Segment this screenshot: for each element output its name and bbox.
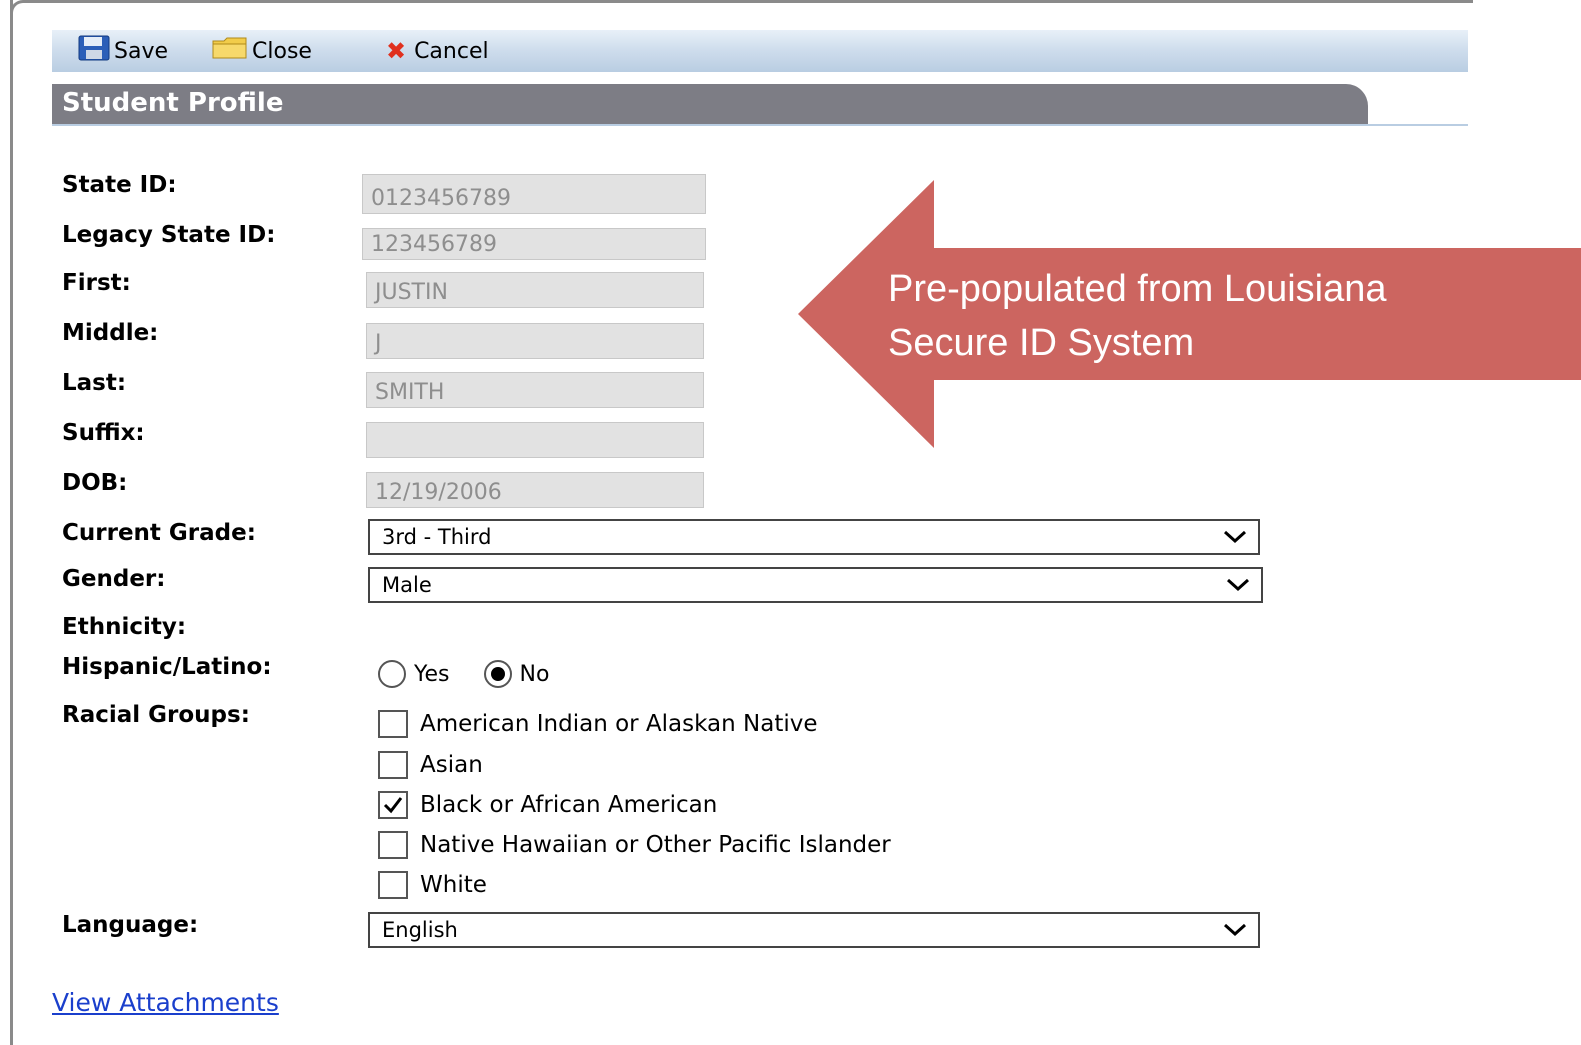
section-header: Student Profile xyxy=(52,84,1368,124)
racial-groups-label: Racial Groups: xyxy=(62,702,250,728)
dob-label: DOB: xyxy=(62,470,128,496)
black-african-american-label: Black or African American xyxy=(420,792,718,818)
page-title: Student Profile xyxy=(62,88,284,118)
callout-line-1: Pre-populated from Louisiana xyxy=(888,268,1387,310)
current-grade-value: 3rd - Third xyxy=(382,525,492,549)
racial-group-option: Black or African American xyxy=(378,791,717,819)
cancel-button[interactable]: ✖ Cancel xyxy=(386,30,489,72)
hispanic-yes-radio[interactable] xyxy=(378,660,406,688)
state-id-label: State ID: xyxy=(62,172,177,198)
chevron-down-icon xyxy=(1222,526,1248,553)
last-name-field: SMITH xyxy=(366,372,704,408)
middle-name-field: J xyxy=(366,323,704,359)
window-frame xyxy=(10,0,1473,13)
hispanic-no-label: No xyxy=(519,661,550,687)
gender-select[interactable]: Male xyxy=(368,567,1263,603)
save-label: Save xyxy=(114,38,169,64)
hispanic-yes-label: Yes xyxy=(414,661,450,687)
toolbar: Save Close ✖ Cancel xyxy=(52,30,1468,72)
callout-line-2: Secure ID System xyxy=(888,322,1195,364)
first-name-label: First: xyxy=(62,270,131,296)
racial-group-option: White xyxy=(378,871,487,899)
suffix-label: Suffix: xyxy=(62,420,145,446)
language-value: English xyxy=(382,918,458,942)
american-indian-checkbox[interactable] xyxy=(378,710,408,738)
state-id-field: 0123456789 xyxy=(362,174,706,214)
black-african-american-checkbox[interactable] xyxy=(378,791,408,819)
gender-value: Male xyxy=(382,573,432,597)
x-icon: ✖ xyxy=(385,37,407,65)
window-frame-left xyxy=(10,0,13,1045)
racial-group-option: American Indian or Alaskan Native xyxy=(378,710,818,738)
native-hawaiian-checkbox[interactable] xyxy=(378,831,408,859)
cancel-label: Cancel xyxy=(414,38,489,64)
racial-group-option: Native Hawaiian or Other Pacific Islande… xyxy=(378,831,891,859)
legacy-state-id-field: 123456789 xyxy=(362,228,706,260)
last-name-label: Last: xyxy=(62,370,127,396)
folder-icon xyxy=(212,36,248,66)
checkmark-icon xyxy=(383,797,403,814)
current-grade-label: Current Grade: xyxy=(62,520,256,546)
racial-group-option: Asian xyxy=(378,751,483,779)
current-grade-select[interactable]: 3rd - Third xyxy=(368,519,1260,555)
language-select[interactable]: English xyxy=(368,912,1260,948)
chevron-down-icon xyxy=(1225,574,1251,601)
dob-field: 12/19/2006 xyxy=(366,472,704,508)
ethnicity-label: Ethnicity: xyxy=(62,614,187,640)
language-label: Language: xyxy=(62,912,199,938)
middle-name-label: Middle: xyxy=(62,320,159,346)
callout-text: Pre-populated from Louisiana Secure ID S… xyxy=(888,262,1387,370)
asian-label: Asian xyxy=(420,752,483,778)
view-attachments-link[interactable]: View Attachments xyxy=(52,988,279,1017)
white-checkbox[interactable] xyxy=(378,871,408,899)
legacy-state-id-label: Legacy State ID: xyxy=(62,222,276,248)
close-button[interactable]: Close xyxy=(212,30,312,72)
hispanic-latino-label: Hispanic/Latino: xyxy=(62,654,272,680)
suffix-field xyxy=(366,422,704,458)
close-label: Close xyxy=(252,38,312,64)
first-name-field: JUSTIN xyxy=(366,272,704,308)
white-label: White xyxy=(420,872,487,898)
chevron-down-icon xyxy=(1222,919,1248,946)
native-hawaiian-label: Native Hawaiian or Other Pacific Islande… xyxy=(420,832,891,858)
header-divider xyxy=(52,124,1468,126)
hispanic-latino-radio-group: Yes No xyxy=(378,660,549,688)
floppy-disk-icon xyxy=(78,35,110,67)
gender-label: Gender: xyxy=(62,566,166,592)
save-button[interactable]: Save xyxy=(78,30,168,72)
american-indian-label: American Indian or Alaskan Native xyxy=(420,711,818,737)
asian-checkbox[interactable] xyxy=(378,751,408,779)
hispanic-no-radio[interactable] xyxy=(483,660,512,688)
